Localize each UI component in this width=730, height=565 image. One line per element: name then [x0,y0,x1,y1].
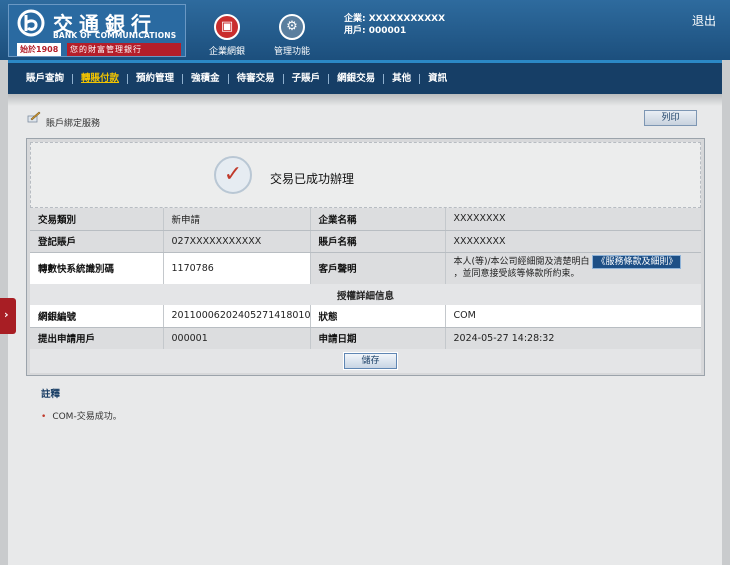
nav-item-mpf[interactable]: 強積金 [183,73,229,84]
gear-icon: ⚙ [279,14,305,40]
row-label: 客戶聲明 [310,252,446,285]
management-button[interactable]: ⚙ 管理功能 [262,14,322,57]
corporate-banking-label: 企業網銀 [208,47,245,57]
row-value: 20110006202405271418010000690 [163,305,311,328]
authorization-details-table: 網銀編號 20110006202405271418010000690 狀態 CO… [30,305,701,350]
transaction-details-table: 交易類別 新申請 企業名稱 XXXXXXXX 登記賬戶 027XXXXXXXXX… [30,208,701,285]
note-text: COM-交易成功。 [52,412,122,422]
row-value: XXXXXXXX [445,208,701,231]
result-message: 交易已成功辦理 [270,172,355,186]
row-label: 轉數快系統識別碼 [30,252,164,285]
success-check-icon: ✓ [214,156,252,194]
chevron-right-icon: › [4,308,9,321]
nav-item-sub-account[interactable]: 子賬戶 [284,73,330,84]
nav-item-info[interactable]: 資訊 [420,73,455,84]
row-label: 交易類別 [30,208,164,231]
edit-pencil-icon [27,111,41,123]
table-row: 網銀編號 20110006202405271418010000690 狀態 CO… [30,305,701,328]
save-button[interactable]: 儲存 [344,353,397,369]
row-label: 狀態 [310,305,446,328]
table-row: 提出申請用戶 000001 申請日期 2024-05-27 14:28:32 [30,327,701,350]
bank-logo[interactable]: 交通銀行 BANK OF COMMUNICATIONS 始於1908 您的財富管… [8,4,186,57]
row-label: 網銀編號 [30,305,164,328]
management-label: 管理功能 [273,47,310,57]
note-item: • COM-交易成功。 [41,409,122,422]
nav-item-transfer-payment[interactable]: 轉賬付款 [73,73,129,84]
terms-link[interactable]: 《服務條款及細則》 [592,255,682,269]
notes-title: 註釋 [41,389,61,400]
row-value: COM [445,305,701,328]
bank-logo-mark-icon [17,9,45,37]
action-bar: 儲存 [30,349,701,373]
row-value: 027XXXXXXXXXXX [163,230,311,253]
row-value: 1170786 [163,252,311,285]
authorization-section-title: 授權詳細信息 [30,284,701,307]
nav-item-account-enquiry[interactable]: 賬戶查詢 [18,73,74,84]
bank-slogan: 您的財富管理銀行 [67,43,181,56]
customer-declaration: 本人(等)/本公司經細閱及清楚明白 《服務條款及細則》 ，並同意接受該等條款所約… [445,252,701,285]
page-title: 賬戶綁定服務 [46,119,101,129]
corporate-banking-button[interactable]: ▣ 企業網銀 [197,14,257,57]
result-panel: ✓ 交易已成功辦理 交易類別 新申請 企業名稱 XXXXXXXX 登記賬戶 02… [26,138,705,376]
row-label: 登記賬戶 [30,230,164,253]
nav-item-scheduled[interactable]: 預約管理 [128,73,184,84]
result-banner: ✓ 交易已成功辦理 [30,142,701,208]
side-expand-tab[interactable]: › [0,298,16,334]
bank-name-en: BANK OF COMMUNICATIONS [53,31,177,40]
row-value: XXXXXXXX [445,230,701,253]
authorization-header: 授權詳細信息 [30,284,701,307]
row-label: 企業名稱 [310,208,446,231]
declaration-text: 本人(等)/本公司經細閱及清楚明白 [453,257,590,267]
nav-item-others[interactable]: 其他 [384,73,421,84]
nav-item-online-transactions[interactable]: 網銀交易 [329,73,385,84]
row-label: 提出申請用戶 [30,327,164,350]
company-line: 企業: XXXXXXXXXXX [344,14,446,24]
nav-item-pending-approval[interactable]: 待審交易 [229,73,284,84]
account-info: 企業: XXXXXXXXXXX 用戶: 000001 [344,13,445,37]
header-bar: 交通銀行 BANK OF COMMUNICATIONS 始於1908 您的財富管… [0,0,730,60]
row-value: 新申請 [163,208,311,231]
row-label: 賬戶名稱 [310,230,446,253]
user-line: 用戶: 000001 [344,26,407,36]
declaration-text-end: ，並同意接受該等條款所約束。 [453,269,580,279]
print-button[interactable]: 列印 [644,110,697,126]
main-nav: 賬戶查詢 轉賬付款 預約管理 強積金 待審交易 子賬戶 網銀交易 其他 資訊 [8,60,722,94]
bullet-icon: • [41,412,47,422]
logout-link[interactable]: 退出 [692,12,716,29]
row-value: 2024-05-27 14:28:32 [445,327,701,350]
table-row: 登記賬戶 027XXXXXXXXXXX 賬戶名稱 XXXXXXXX [30,230,701,253]
table-row: 交易類別 新申請 企業名稱 XXXXXXXX [30,208,701,231]
bank-since-badge: 始於1908 [17,43,62,56]
row-value: 000001 [163,327,311,350]
monitor-icon: ▣ [214,14,240,40]
table-row: 轉數快系統識別碼 1170786 客戶聲明 本人(等)/本公司經細閱及清楚明白 … [30,252,701,285]
content-area: 賬戶綁定服務 列印 ✓ 交易已成功辦理 交易類別 新申請 企業名稱 XXXXXX… [8,94,722,565]
row-label: 申請日期 [310,327,446,350]
